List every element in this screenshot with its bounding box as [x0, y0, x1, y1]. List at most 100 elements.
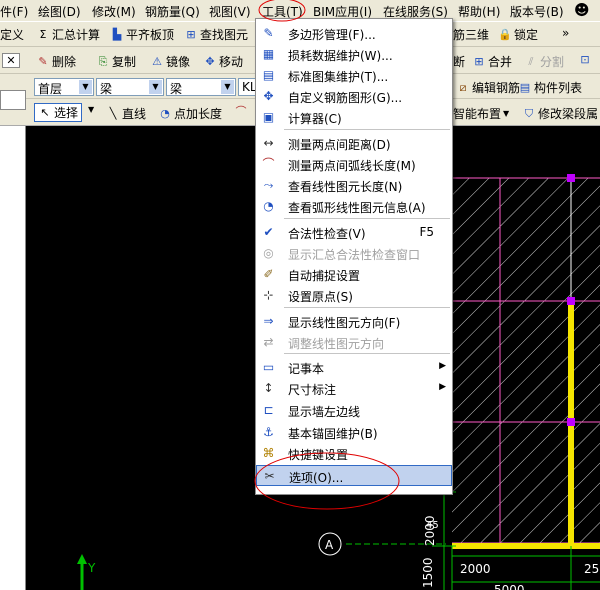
dim-horizontal-3: 25: [584, 562, 599, 576]
menu-item-label: 调整线性图元方向: [288, 337, 385, 351]
find-element-button[interactable]: ⊞ 查找图元: [184, 26, 248, 43]
dim-vertical-2: 2000: [423, 515, 437, 546]
menu-rebar-qty[interactable]: 钢筋量(Q): [145, 3, 200, 20]
type-select-1[interactable]: 梁 ▼: [96, 78, 164, 96]
modify-span-button[interactable]: ⛉ 修改梁段属: [522, 105, 598, 122]
chevron-down-icon: ▼: [221, 80, 234, 94]
submenu-arrow-icon: ▶: [439, 382, 446, 392]
dim-vertical-1: 1500: [421, 557, 435, 588]
break-button[interactable]: 断: [453, 53, 465, 70]
smart-layout-button[interactable]: 智能布置 ▼: [453, 105, 509, 122]
menu-item-view-line-length[interactable]: ⤳ 查看线性图元长度(N): [256, 175, 452, 196]
menu-item-set-origin[interactable]: ⊹ 设置原点(S): [256, 285, 452, 306]
menu-item-label: 记事本: [288, 362, 325, 376]
menu-help[interactable]: 帮助(H): [458, 3, 500, 20]
menu-item-show-check-window[interactable]: ◎ 显示汇总合法性检查窗口: [256, 243, 452, 264]
component-list-button[interactable]: ▤ 构件列表: [518, 79, 582, 96]
menu-version[interactable]: 版本号(B): [510, 3, 564, 20]
chevron-down-icon: ▼: [149, 80, 162, 94]
anchor-icon: ⚓: [263, 425, 274, 439]
menu-item-validity-check[interactable]: ✔ 合法性检查(V) F5: [256, 222, 452, 243]
menu-item-notepad[interactable]: ▭ 记事本 ▶: [256, 357, 452, 378]
define-button[interactable]: 定义: [0, 26, 24, 43]
axis-label: A: [325, 538, 334, 552]
menu-item-anchor-maintenance[interactable]: ⚓ 基本锚固维护(B): [256, 422, 452, 443]
custom-rebar-icon: ✥: [263, 89, 274, 103]
menu-file[interactable]: 件(F): [0, 3, 28, 20]
find-icon: ⊞: [186, 27, 196, 41]
menu-item-view-arc-info[interactable]: ◔ 查看弧形线性图元信息(A): [256, 196, 452, 217]
level-icon: ▙: [112, 27, 122, 41]
menu-item-label: 查看弧形线性图元信息(A): [288, 201, 426, 215]
rebar-3d-button[interactable]: 筋三维: [453, 26, 489, 43]
dim-horizontal-1: 2000: [460, 562, 491, 576]
select-button[interactable]: ↖ 选择: [34, 103, 83, 122]
menu-item-polygon-manage[interactable]: ✎ 多边形管理(F)...: [256, 23, 452, 44]
menu-item-adjust-line-direction[interactable]: ⇄ 调整线性图元方向: [256, 332, 452, 353]
type-select-2[interactable]: 梁 ▼: [166, 78, 236, 96]
edit-rebar-button[interactable]: ⧄ 编辑钢筋: [456, 79, 521, 96]
dim-horizontal-2: 5000: [494, 583, 525, 590]
notepad-icon: ▭: [262, 360, 275, 374]
menu-item-measure-distance[interactable]: ↔ 测量两点间距离(D): [256, 133, 452, 154]
arc-icon[interactable]: ⌒: [234, 105, 248, 119]
sum-calc-button[interactable]: Σ 汇总计算: [36, 26, 101, 43]
menu-separator: [284, 307, 450, 308]
menu-item-standard-atlas[interactable]: ▤ 标准图集维护(T)...: [256, 65, 452, 86]
line-button[interactable]: ╲ 直线: [106, 105, 146, 122]
left-panel: [0, 90, 26, 590]
copy-icon: ⎘: [98, 54, 108, 68]
direction-icon: ⇒: [263, 314, 274, 328]
shortcut-icon: ⌘: [262, 446, 275, 460]
measure-distance-icon: ↔: [263, 136, 274, 150]
point-length-button[interactable]: ◔ 点加长度: [158, 105, 222, 122]
menu-item-show-line-direction[interactable]: ⇒ 显示线性图元方向(F): [256, 311, 452, 332]
more-icon[interactable]: ⊡: [578, 53, 592, 67]
menu-item-calculator[interactable]: ▣ 计算器(C): [256, 107, 452, 128]
menu-item-label: 尺寸标注: [288, 383, 337, 397]
close-icon[interactable]: ✕: [2, 53, 20, 68]
menu-item-label: 选项(O)...: [289, 471, 344, 485]
menu-item-label: 测量两点间距离(D): [288, 138, 391, 152]
menu-item-measure-arc-length[interactable]: ⌒ 测量两点间弧线长度(M): [256, 154, 452, 175]
menu-item-custom-rebar-shape[interactable]: ✥ 自定义钢筋图形(G)...: [256, 86, 452, 107]
menu-draw[interactable]: 绘图(D): [38, 3, 81, 20]
menu-separator: [284, 353, 450, 354]
move-button[interactable]: ✥ 移动: [203, 53, 243, 70]
rebar-icon: ⧄: [459, 80, 467, 94]
copy-button[interactable]: ⎘ 复制: [96, 53, 136, 70]
origin-icon: ⊹: [263, 288, 274, 302]
menu-item-label: 自定义钢筋图形(G)...: [288, 91, 403, 105]
merge-button[interactable]: ⊞ 合并: [472, 53, 512, 70]
check-window-icon: ◎: [263, 246, 274, 260]
line-icon: ╲: [109, 106, 117, 120]
menu-view[interactable]: 视图(V): [209, 3, 251, 20]
toolbar-overflow-icon[interactable]: »: [562, 26, 569, 40]
menu-item-loss-data[interactable]: ▦ 损耗数据维护(W)...: [256, 44, 452, 65]
menu-modify[interactable]: 修改(M): [92, 3, 136, 20]
lock-button[interactable]: 🔒 锁定: [498, 26, 538, 43]
level-slab-button[interactable]: ▙ 平齐板顶: [110, 26, 174, 43]
menu-item-dimension-annotation[interactable]: ↕ 尺寸标注 ▶: [256, 378, 452, 399]
yellow-beam-horizontal: [452, 543, 600, 549]
polygon-icon: ✎: [263, 26, 274, 40]
delete-icon: ✎: [38, 54, 48, 68]
y-axis-label: Y: [87, 561, 96, 575]
tools-dropdown-menu: ✎ 多边形管理(F)... ▦ 损耗数据维护(W)... ▤ 标准图集维护(T)... ✥ 自…: [255, 18, 453, 495]
merge-icon: ⊞: [474, 54, 484, 68]
menu-item-label: 自动捕捉设置: [288, 269, 361, 283]
select-dropdown-icon[interactable]: ▼: [88, 105, 94, 114]
lock-icon: 🔒: [498, 27, 512, 41]
helper-face-icon[interactable]: ☻: [574, 1, 590, 19]
delete-button[interactable]: ✎ 删除: [36, 53, 76, 70]
menu-item-shortcut-settings[interactable]: ⌘ 快捷键设置: [256, 443, 452, 464]
menu-item-show-wall-left-edge[interactable]: ⊏ 显示墙左边线: [256, 400, 452, 421]
split-button[interactable]: ⫽ 分割: [524, 53, 564, 70]
dimension-icon: ↕: [263, 381, 274, 395]
mirror-button[interactable]: ⚠ 镜像: [150, 53, 190, 70]
menu-item-options[interactable]: ✂ 选项(O)...: [256, 465, 452, 486]
menu-item-auto-snap-settings[interactable]: ✐ 自动捕捉设置: [256, 264, 452, 285]
menu-item-shortcut: F5: [419, 225, 434, 239]
floor-select[interactable]: 首层 ▼: [34, 78, 94, 96]
menu-item-label: 设置原点(S): [288, 290, 353, 304]
